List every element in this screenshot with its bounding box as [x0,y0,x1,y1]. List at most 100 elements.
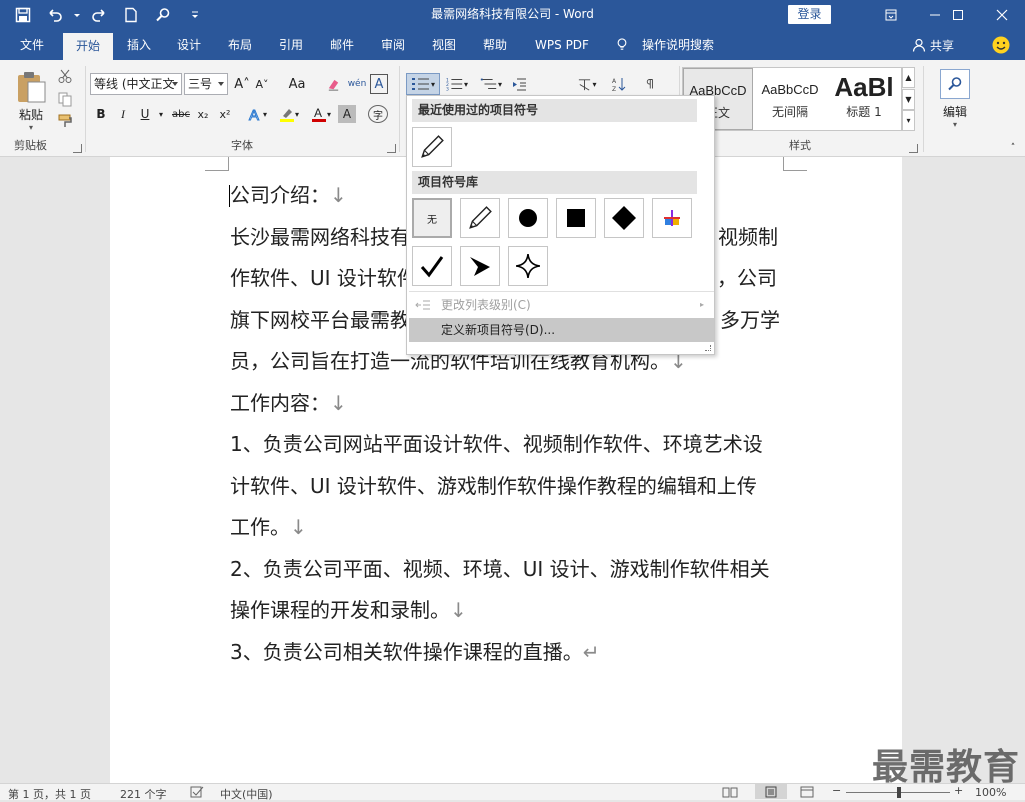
superscript-button[interactable]: x² [216,103,234,125]
font-size-combo[interactable]: 三号 [184,73,228,95]
zoom-in-icon[interactable]: + [954,784,963,797]
web-layout-icon[interactable] [800,786,814,801]
highlight-color-button[interactable]: ▾ [276,103,302,125]
tab-design[interactable]: 设计 [168,30,210,60]
tab-wps-pdf[interactable]: WPS PDF [529,30,595,60]
bullet-none[interactable]: 无 [412,198,452,238]
styles-gallery: AaBbCcD 正文 AaBbCcD 无间隔 AaBl 标题 1 [682,67,902,131]
font-name-combo[interactable]: 等线 (中文正文 [90,73,182,95]
tab-review[interactable]: 审阅 [372,30,414,60]
bullet-filled-diamond[interactable] [604,198,644,238]
phonetic-guide-button[interactable]: wén [346,74,368,94]
bullet-filled-circle[interactable] [508,198,548,238]
svg-text:A: A [249,107,259,122]
tab-help[interactable]: 帮助 [474,30,516,60]
underline-dropdown-icon[interactable]: ▾ [156,103,166,125]
asian-layout-button[interactable]: ▾ [572,73,602,95]
text-effects-button[interactable]: A ▾ [244,103,270,125]
copy-icon[interactable] [56,90,74,108]
feedback-smiley-icon[interactable] [992,36,1010,54]
tab-references[interactable]: 引用 [270,30,312,60]
clipboard-group: 粘贴 ▾ 剪贴板 [0,60,84,157]
change-list-level-item[interactable]: 更改列表级别(C) ▸ [409,293,714,317]
underline-button[interactable]: U [136,103,154,125]
ribbon-display-options-icon[interactable] [868,0,914,30]
doc-line-text: 操作课程的开发和录制。 [230,598,450,622]
zoom-out-icon[interactable]: − [832,784,841,797]
svg-text:A: A [314,106,322,120]
customize-qat-icon[interactable] [180,1,210,29]
read-mode-icon[interactable] [722,786,738,801]
undo-icon[interactable] [40,1,70,29]
text-effects-icon: A [248,107,259,123]
bullet-pencil[interactable] [460,198,500,238]
multilevel-list-button[interactable]: ▾ [476,73,506,95]
tell-me-search[interactable]: 操作说明搜索 [638,30,718,60]
bullets-button[interactable]: ▾ [406,73,440,95]
styles-scroll-up-icon[interactable]: ▲ [902,67,915,88]
proofing-icon[interactable] [190,786,204,801]
login-button[interactable]: 登录 [788,5,831,24]
bullet-filled-square[interactable] [556,198,596,238]
show-paragraph-marks-icon[interactable] [640,73,662,95]
clear-formatting-icon[interactable] [324,74,342,94]
tab-view[interactable]: 视图 [423,30,465,60]
bullet-four-point-star[interactable] [508,246,548,286]
define-new-bullet-item[interactable]: 定义新项目符号(D)... [409,318,714,342]
close-icon[interactable] [979,0,1025,30]
bullet-checkmark[interactable] [412,246,452,286]
paste-button[interactable]: 粘贴 ▾ [8,66,54,136]
search-icon[interactable] [148,1,178,29]
zoom-level[interactable]: 100% [975,786,1006,799]
font-launcher-icon[interactable] [387,144,396,153]
styles-scroll-down-icon[interactable]: ▼ [902,89,915,110]
strikethrough-button[interactable]: abc [170,103,192,125]
italic-button[interactable]: I [114,103,132,125]
doc-line-tail: 视频制 [718,225,778,249]
numbering-button[interactable]: 1 2 3 ▾ [442,73,472,95]
tab-file[interactable]: 文件 [10,30,54,60]
style-no-spacing[interactable]: AaBbCcD 无间隔 [755,68,825,130]
style-heading-1[interactable]: AaBl 标题 1 [827,68,901,130]
paragraph-mark: ↓ [450,598,467,622]
styles-more-icon[interactable]: ▾ [902,110,915,131]
font-color-button[interactable]: A ▾ [308,103,334,125]
styles-launcher-icon[interactable] [909,144,918,153]
bold-button[interactable]: B [92,103,110,125]
change-list-level-label: 更改列表级别(C) [441,298,531,312]
doc-line: 3、负责公司相关软件操作课程的直播。↵ [230,632,800,673]
character-border-button[interactable]: A [370,74,388,94]
tab-insert[interactable]: 插入 [118,30,160,60]
styles-group: AaBbCcD 正文 AaBbCcD 无间隔 AaBl 标题 1 ▲ ▼ ▾ 样… [680,60,920,157]
decrease-indent-icon[interactable] [508,73,530,95]
clipboard-launcher-icon[interactable] [73,144,82,153]
character-shading-button[interactable]: A [338,105,356,123]
cut-icon[interactable] [56,67,74,85]
undo-dropdown-icon[interactable] [72,1,82,29]
redo-icon[interactable] [84,1,114,29]
maximize-icon[interactable] [935,0,981,30]
tab-layout[interactable]: 布局 [219,30,261,60]
vertical-scrollbar[interactable] [1007,157,1025,783]
grow-font-button[interactable]: A˄ [233,74,251,94]
editing-button[interactable]: 编辑 ▾ [932,64,978,134]
print-layout-icon[interactable] [755,784,787,799]
share-button[interactable]: 共享 [912,30,954,60]
bullet-colored-cross[interactable] [652,198,692,238]
enclose-characters-button[interactable]: 字 [368,105,388,123]
new-document-icon[interactable] [116,1,146,29]
save-icon[interactable] [8,1,38,29]
shrink-font-button[interactable]: A˅ [253,74,271,94]
bullet-arrowhead[interactable] [460,246,500,286]
format-painter-icon[interactable] [56,112,74,130]
change-case-button[interactable]: Aa [282,74,312,94]
subscript-button[interactable]: x₂ [194,103,212,125]
collapse-ribbon-icon[interactable]: ˄ [1006,142,1020,154]
tab-home[interactable]: 开始 [63,33,113,60]
zoom-slider-thumb[interactable] [897,787,901,798]
resize-grip-icon[interactable] [705,345,711,351]
tab-mailings[interactable]: 邮件 [321,30,363,60]
recent-bullet-pencil[interactable] [412,127,452,167]
doc-line-text: 2、负责公司平面、视频、环境、UI 设计、游戏制作软件相关 [230,557,770,581]
sort-icon[interactable]: AZ [608,73,630,95]
